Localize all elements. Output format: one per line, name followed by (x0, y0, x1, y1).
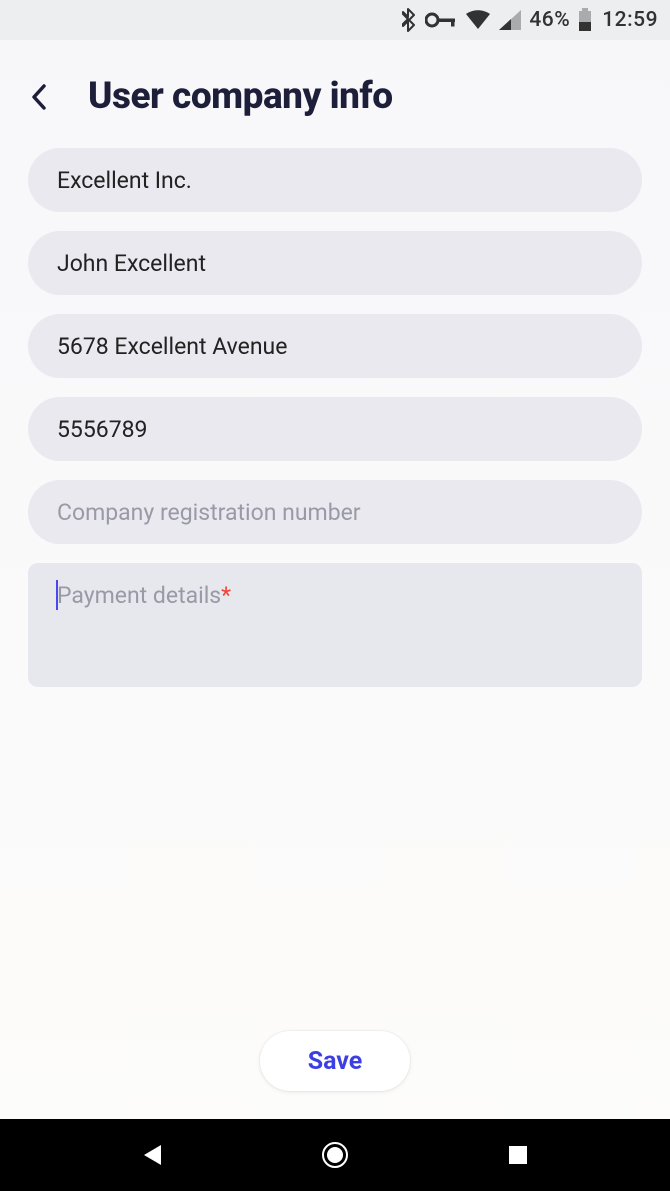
chevron-left-icon (31, 84, 47, 110)
circle-home-icon (320, 1140, 350, 1170)
status-bar: 46% 12:59 (0, 0, 670, 40)
back-button[interactable] (28, 86, 50, 108)
address-field[interactable] (28, 314, 642, 378)
nav-back-button[interactable] (132, 1135, 172, 1175)
vpn-key-icon (425, 12, 457, 28)
payment-details-wrap: Payment details* (28, 563, 642, 691)
payment-details-field[interactable] (28, 563, 642, 687)
battery-percentage: 46% (529, 8, 570, 32)
footer: Save (0, 1031, 670, 1119)
signal-icon (499, 10, 521, 30)
nav-recent-button[interactable] (498, 1135, 538, 1175)
contact-name-field[interactable] (28, 231, 642, 295)
wifi-icon (465, 10, 491, 30)
square-recent-icon (508, 1145, 528, 1165)
company-form: Payment details* (0, 148, 670, 1031)
save-button[interactable]: Save (260, 1031, 411, 1091)
battery-icon (578, 8, 592, 32)
page-title: User company info (88, 75, 393, 118)
registration-number-field[interactable] (28, 480, 642, 544)
phone-field[interactable] (28, 397, 642, 461)
triangle-back-icon (141, 1143, 163, 1167)
android-navigation-bar (0, 1119, 670, 1191)
nav-home-button[interactable] (315, 1135, 355, 1175)
page-header: User company info (0, 40, 670, 148)
clock-time: 12:59 (602, 8, 658, 32)
bluetooth-icon (401, 8, 417, 32)
company-name-field[interactable] (28, 148, 642, 212)
